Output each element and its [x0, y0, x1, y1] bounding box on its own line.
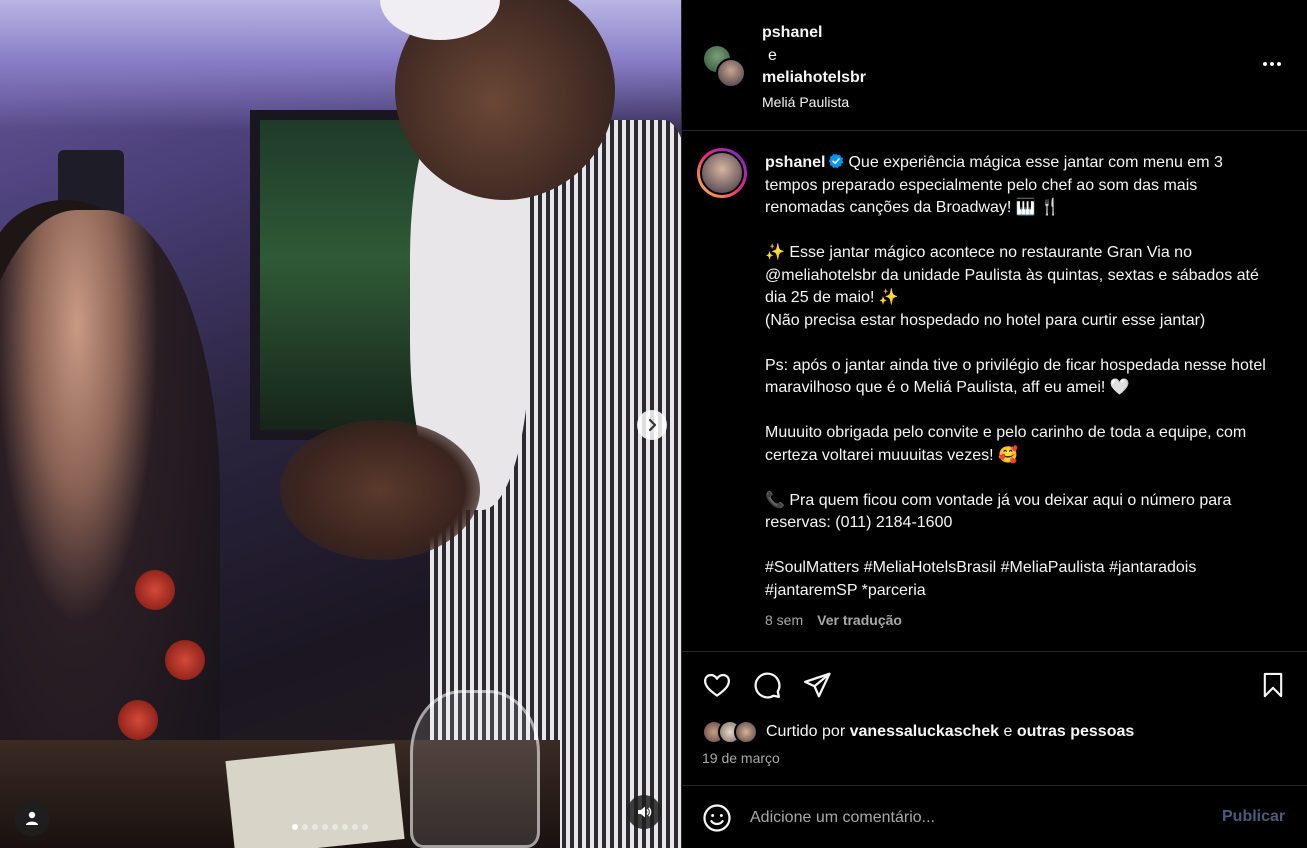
avatar: [734, 720, 758, 744]
action-bar: [682, 653, 1307, 717]
author-connector: e: [768, 46, 777, 64]
avatar: [700, 151, 744, 195]
caption-text: Que experiência mágica esse jantar com m…: [765, 154, 1266, 599]
likes-text: Curtido por vanessaluckaschek e outras p…: [766, 723, 1134, 741]
liker-username[interactable]: vanessaluckaschek: [850, 723, 999, 740]
post-date[interactable]: 19 de março: [702, 750, 780, 766]
bookmark-icon: [1263, 672, 1283, 698]
more-dot: [1263, 62, 1267, 66]
see-translation-link[interactable]: Ver tradução: [817, 612, 902, 628]
caption-username[interactable]: pshanel: [765, 154, 825, 171]
post-media[interactable]: [0, 0, 681, 848]
post-caption: pshanel Que experiência mágica esse janta…: [765, 152, 1270, 602]
caption-avatar[interactable]: [697, 148, 747, 198]
red-flower: [118, 700, 158, 740]
save-button[interactable]: [1256, 668, 1290, 702]
comment-button[interactable]: [750, 668, 784, 702]
likes-connector: e: [1003, 723, 1013, 740]
post-header: pshanel e meliahotelsbr Meliá Paulista: [682, 0, 1307, 131]
avatar: [716, 58, 746, 88]
carousel-indicator: [292, 824, 368, 830]
verified-badge-icon: [829, 153, 844, 169]
handshake: [280, 420, 480, 560]
comment-input[interactable]: [750, 804, 1200, 832]
wine-glass: [410, 690, 540, 848]
menu-card: [225, 743, 405, 848]
author-username[interactable]: pshanel: [762, 22, 866, 45]
likes-prefix: Curtido por: [766, 723, 846, 740]
liker-avatars[interactable]: [702, 720, 758, 744]
carousel-dot: [292, 824, 298, 830]
carousel-next-button[interactable]: [637, 410, 667, 440]
heart-icon: [704, 673, 730, 697]
post-authors: pshanel e meliahotelsbr Meliá Paulista: [762, 22, 866, 113]
chevron-right-icon: [648, 418, 657, 432]
red-flower: [135, 570, 175, 610]
comment-bar: Publicar: [682, 785, 1307, 848]
collab-avatars[interactable]: [702, 44, 748, 90]
carousel-dot: [342, 824, 348, 830]
publish-button[interactable]: Publicar: [1222, 808, 1285, 826]
more-dot: [1277, 62, 1281, 66]
carousel-dot: [322, 824, 328, 830]
post-location[interactable]: Meliá Paulista: [762, 91, 866, 114]
more-options-button[interactable]: [1258, 54, 1286, 74]
caption-meta: 8 sem Ver tradução: [765, 612, 902, 628]
emoji-icon: [703, 804, 731, 832]
carousel-dot: [352, 824, 358, 830]
other-likers-link[interactable]: outras pessoas: [1017, 723, 1134, 740]
caption-section: pshanel Que experiência mágica esse janta…: [682, 132, 1307, 652]
comment-icon: [754, 672, 781, 699]
more-dot: [1270, 62, 1274, 66]
speaker-icon: [638, 806, 652, 818]
carousel-dot: [312, 824, 318, 830]
share-button[interactable]: [800, 668, 834, 702]
carousel-dot: [332, 824, 338, 830]
audio-toggle-button[interactable]: [627, 795, 661, 829]
post-sidebar: pshanel e meliahotelsbr Meliá Paulista p…: [681, 0, 1307, 848]
carousel-dot: [302, 824, 308, 830]
likes-summary: Curtido por vanessaluckaschek e outras p…: [702, 720, 1134, 744]
collaborator-username[interactable]: meliahotelsbr: [762, 67, 866, 90]
post-age[interactable]: 8 sem: [765, 612, 803, 628]
red-flower: [165, 640, 205, 680]
user-icon: [26, 811, 38, 825]
like-button[interactable]: [700, 668, 734, 702]
send-icon: [804, 672, 831, 698]
carousel-dot: [362, 824, 368, 830]
emoji-button[interactable]: [702, 803, 732, 833]
tagged-users-button[interactable]: [14, 800, 50, 836]
